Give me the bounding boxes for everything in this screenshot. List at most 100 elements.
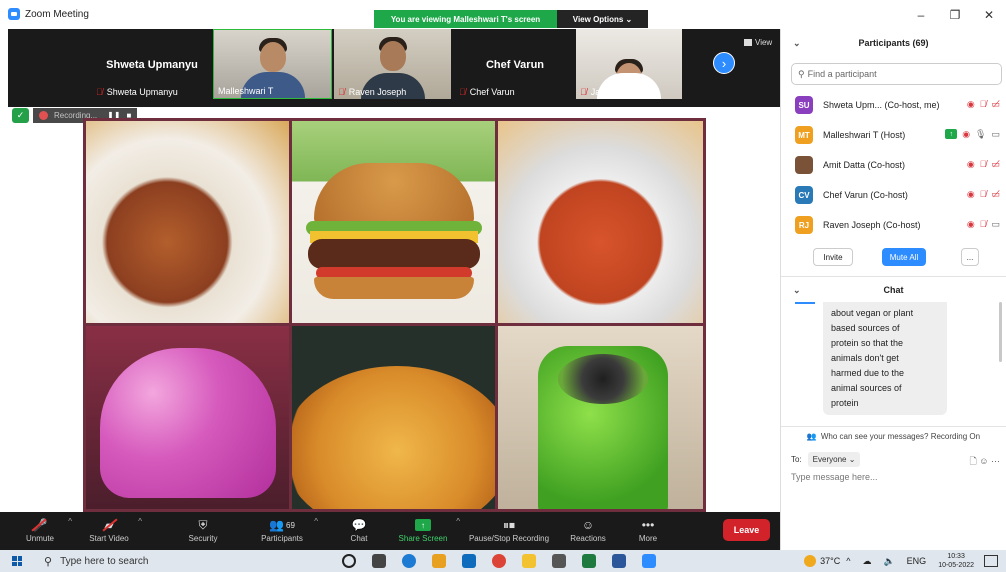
edge-icon[interactable] — [402, 554, 416, 568]
thumbnail-label: 🎙̸ Shweta Upmanyu — [96, 87, 178, 97]
avatar: MT — [795, 126, 813, 144]
next-page-arrow-icon[interactable]: › — [713, 52, 735, 74]
more-options-button[interactable]: ... — [961, 248, 979, 266]
mic-on-icon[interactable]: 🎙 — [975, 129, 986, 140]
task-view-icon[interactable] — [372, 554, 386, 568]
more-dots-icon[interactable]: ··· — [991, 456, 1000, 466]
thumbnail-jagriti[interactable]: 🎙̸ Jagriti Tiwari — [576, 29, 682, 99]
network-icon[interactable]: ☁ — [862, 556, 871, 567]
view-options-button[interactable]: View Options ⌄ — [557, 10, 648, 28]
chat-message-input[interactable]: Type message here... — [781, 472, 1006, 482]
mic-muted-icon: 🎙̸ — [459, 87, 466, 97]
app-title: Zoom Meeting — [8, 8, 89, 20]
mic-muted-icon[interactable]: 🎙̸ — [980, 159, 987, 170]
outlook-icon[interactable] — [462, 554, 476, 568]
shared-screen-food-collage — [83, 118, 706, 512]
participants-button[interactable]: 👥 69 Participants ^ — [254, 512, 318, 550]
security-button[interactable]: ⛨ Security — [180, 512, 226, 550]
video-off-icon[interactable]: ▭̸ — [991, 189, 1000, 200]
recording-icon: ◉ — [966, 189, 975, 199]
thumbnail-label: Malleshwari T — [218, 86, 274, 96]
mic-muted-icon[interactable]: 🎙̸ — [980, 189, 987, 200]
invite-button[interactable]: Invite — [813, 248, 853, 266]
avatar: CV — [795, 186, 813, 204]
chevron-down-icon[interactable]: ⌄ — [793, 285, 801, 296]
mute-all-button[interactable]: Mute All — [882, 248, 926, 266]
word-icon[interactable] — [612, 554, 626, 568]
grid-view-icon — [744, 39, 752, 46]
leave-button[interactable]: Leave — [723, 519, 770, 541]
store-icon[interactable] — [432, 554, 446, 568]
clock[interactable]: 10:33 10-05-2022 — [938, 552, 974, 570]
chevron-up-icon[interactable]: ^ — [314, 517, 318, 526]
thumbnail-display-name: Shweta Upmanyu — [106, 59, 198, 71]
video-off-icon[interactable]: ▭̸ — [991, 99, 1000, 110]
weather-icon[interactable] — [804, 555, 817, 567]
mic-muted-icon[interactable]: 🎙̸ — [980, 99, 987, 110]
video-camera-icon[interactable]: ▭ — [991, 129, 1000, 140]
chat-button[interactable]: 💬 Chat — [342, 512, 376, 550]
file-explorer-icon[interactable] — [522, 554, 536, 568]
mic-muted-icon[interactable]: 🎙̸ — [980, 219, 987, 230]
share-screen-button[interactable]: ↑ Share Screen ^ — [396, 512, 460, 550]
video-camera-icon[interactable]: ▭ — [991, 219, 1000, 230]
participant-row[interactable]: CV Chef Varun (Co-host) ◉ 🎙̸ ▭̸ — [781, 180, 1006, 210]
thumbnail-malleshwari[interactable]: Malleshwari T — [213, 29, 332, 99]
chevron-down-icon[interactable]: ⌄ — [793, 38, 801, 49]
excel-icon[interactable] — [582, 554, 596, 568]
language-indicator[interactable]: ENG — [907, 556, 927, 566]
participant-row[interactable]: SU Shweta Upm... (Co-host, me) ◉ 🎙̸ ▭̸ — [781, 90, 1006, 120]
chat-recipient-row: To: Everyone ⌄ 🗋 ☺ ··· — [781, 446, 1006, 472]
taskbar-apps — [334, 554, 664, 568]
chrome-icon[interactable] — [492, 554, 506, 568]
chat-message: about vegan or plant based sources of pr… — [823, 302, 947, 415]
tray-overflow-icon[interactable]: ^ — [846, 556, 850, 566]
notification-icon[interactable] — [984, 555, 998, 567]
chevron-up-icon[interactable]: ^ — [68, 517, 72, 526]
microphone-muted-icon: 🎤 — [32, 518, 48, 532]
zoom-app-icon[interactable] — [642, 554, 656, 568]
weather-temp[interactable]: 37°C — [820, 556, 840, 566]
view-layout-button[interactable]: View — [744, 38, 772, 47]
volume-icon[interactable]: 🔈 — [883, 556, 894, 567]
chat-privacy-notice[interactable]: 👥 Who can see your messages? Recording O… — [781, 426, 1006, 446]
thumbnail-shweta[interactable]: Shweta Upmanyu 🎙̸ Shweta Upmanyu — [92, 29, 212, 99]
more-button[interactable]: ••• More — [632, 512, 664, 550]
settings-gear-icon[interactable] — [552, 554, 566, 568]
encryption-shield-icon[interactable]: ✓ — [12, 107, 29, 123]
maximize-icon[interactable]: ❐ — [938, 8, 972, 22]
participant-actions: Invite Mute All ... — [781, 240, 1006, 276]
recipient-dropdown[interactable]: Everyone ⌄ — [807, 451, 861, 467]
cortana-icon[interactable] — [342, 554, 356, 568]
windows-start-icon[interactable] — [12, 556, 22, 566]
windows-taskbar: ⚲ Type here to search 37°C ^ ☁ 🔈 ENG 10:… — [0, 550, 1006, 572]
unmute-button[interactable]: 🎤 Unmute ^ — [14, 512, 72, 550]
taskbar-search-input[interactable]: ⚲ Type here to search — [36, 550, 276, 572]
close-icon[interactable]: ✕ — [972, 8, 1006, 22]
thumbnail-raven[interactable]: 🎙̸ Raven Joseph — [334, 29, 451, 99]
thumbnail-chef-varun[interactable]: Chef Varun 🎙̸ Chef Varun — [455, 29, 575, 99]
chevron-up-icon[interactable]: ^ — [456, 517, 460, 526]
participant-search-input[interactable]: ⚲ Find a participant — [791, 63, 1002, 85]
collage-image-pizza — [292, 326, 495, 509]
minimize-icon[interactable]: – — [904, 8, 938, 22]
avatar — [795, 156, 813, 174]
start-video-button[interactable]: ▰ Start Video ^ — [82, 512, 142, 550]
recording-icon: ◉ — [966, 219, 975, 229]
participant-row[interactable]: Amit Datta (Co-host) ◉ 🎙̸ ▭̸ — [781, 150, 1006, 180]
emoji-icon[interactable]: ☺ — [979, 456, 988, 466]
zoom-logo-icon — [8, 8, 20, 20]
recording-icon: ◉ — [966, 159, 975, 169]
pause-stop-icon: ⏸⏹ — [502, 517, 515, 532]
chevron-up-icon[interactable]: ^ — [138, 517, 142, 526]
pause-stop-recording-button[interactable]: ⏸⏹ Pause/Stop Recording — [464, 512, 554, 550]
participants-title: Participants (69) — [858, 38, 929, 48]
participant-row[interactable]: RJ Raven Joseph (Co-host) ◉ 🎙̸ ▭ — [781, 210, 1006, 240]
chat-scrollbar[interactable] — [999, 302, 1002, 362]
file-icon[interactable]: 🗋 — [970, 456, 977, 466]
people-icon: 👥 — [269, 518, 285, 532]
participant-row[interactable]: MT Malleshwari T (Host) ↑ ◉ 🎙 ▭ — [781, 120, 1006, 150]
video-off-icon[interactable]: ▭̸ — [991, 159, 1000, 170]
collage-image-cake — [86, 326, 289, 509]
reactions-button[interactable]: ☺ Reactions — [566, 512, 610, 550]
